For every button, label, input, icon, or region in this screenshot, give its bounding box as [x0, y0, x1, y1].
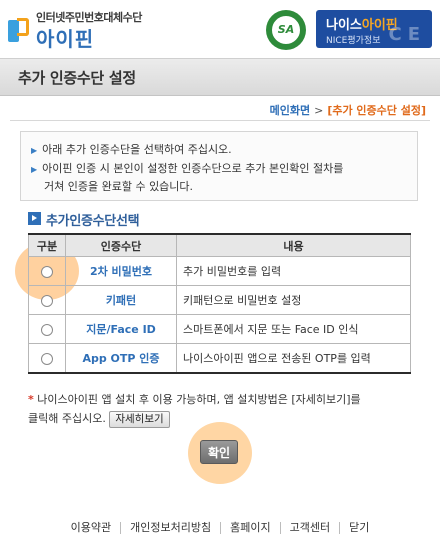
note-text: 나이스아이핀 앱 설치 후 이용 가능하며, 앱 설치방법은 [자세히보기]를 [37, 393, 361, 406]
section-title: 추가인증수단선택 [46, 214, 140, 229]
method-name: 지문/Face ID [65, 314, 177, 344]
table-row: 지문/Face ID 스마트폰에서 지문 또는 Face ID 인식 [28, 314, 411, 344]
column-header: 인증수단 [65, 233, 177, 257]
footer-link-terms[interactable]: 이용약관 [62, 522, 120, 534]
select-cell [28, 343, 66, 374]
method-description: 추가 비밀번호를 입력 [176, 256, 411, 286]
footer-link-close[interactable]: 닫기 [339, 522, 378, 534]
table-header-row: 구분 인증수단 내용 [28, 233, 411, 257]
method-description: 키패턴으로 비밀번호 설정 [176, 285, 411, 315]
logo-name: 아이핀 [36, 27, 95, 51]
info-line-continued: 거쳐 인증을 완료할 수 있습니다. [44, 180, 194, 193]
table-row: 키패턴 키패턴으로 비밀번호 설정 [28, 285, 411, 315]
select-cell [28, 314, 66, 344]
sa-badge-label: SA [271, 15, 301, 45]
ipin-logo-icon [8, 18, 30, 42]
asterisk: * [28, 393, 34, 406]
table-row: App OTP 인증 나이스아이핀 앱으로 전송된 OTP를 입력 [28, 343, 411, 374]
footer-link-support[interactable]: 고객센터 [279, 522, 339, 534]
method-name: App OTP 인증 [65, 343, 177, 374]
radio-2nd-password[interactable] [41, 265, 53, 278]
select-cell [28, 256, 66, 286]
table-row: 2차 비밀번호 추가 비밀번호를 입력 [28, 256, 411, 286]
bullet-arrow-icon: ▶ [31, 165, 38, 174]
column-header: 내용 [176, 233, 411, 257]
info-line: ▶ 아래 추가 인증수단을 선택하여 주십시오. [31, 143, 232, 156]
header: 인터넷주민번호대체수단 아이핀 SA 나이스아이핀 NICE평가정보 CE [0, 0, 440, 58]
method-description: 나이스아이핀 앱으로 전송된 OTP를 입력 [176, 343, 411, 374]
nice-company-name: NICE평가정보 [326, 36, 381, 46]
radio-fingerprint-faceid[interactable] [41, 323, 53, 336]
info-box: ▶ 아래 추가 인증수단을 선택하여 주십시오. ▶ 아이핀 인증 시 본인이 설정… [20, 131, 418, 201]
footer-link-homepage[interactable]: 홈페이지 [220, 522, 279, 534]
select-cell [28, 285, 66, 315]
details-button[interactable]: 자세히보기 [109, 410, 170, 428]
footer-links: 이용약관 개인정보처리방침 홈페이지 고객센터 닫기 [0, 516, 440, 540]
confirm-button[interactable]: 확인 [200, 440, 238, 464]
method-name: 키패턴 [65, 285, 177, 315]
ipin-logo: 인터넷주민번호대체수단 아이핀 [8, 8, 178, 52]
note-text: 클릭해 주십시오. [28, 412, 106, 425]
radio-key-pattern[interactable] [41, 294, 53, 307]
breadcrumb: 메인화면 > [추가 인증수단 설정] [270, 102, 426, 118]
breadcrumb-separator: > [314, 104, 324, 117]
footer-link-privacy[interactable]: 개인정보처리방침 [120, 522, 220, 534]
nice-ipin-logo: 나이스아이핀 NICE평가정보 CE [316, 10, 432, 48]
auth-method-table: 구분 인증수단 내용 2차 비밀번호 추가 비밀번호를 입력 키패턴 키패턴으로… [28, 233, 411, 374]
page-title: 추가 인증수단 설정 [18, 69, 136, 87]
radio-app-otp[interactable] [41, 352, 53, 365]
sa-certification-badge: SA [266, 10, 306, 50]
column-header: 구분 [28, 233, 66, 257]
ce-mark: CE [388, 24, 426, 45]
info-line: ▶ 아이핀 인증 시 본인이 설정한 인증수단으로 추가 본인확인 절차를 [31, 162, 344, 175]
bullet-arrow-icon: ▶ [31, 146, 38, 155]
nice-ipin-name: 나이스아이핀 [326, 18, 398, 33]
title-band: 추가 인증수단 설정 [0, 58, 440, 96]
divider [10, 120, 430, 121]
breadcrumb-home-link[interactable]: 메인화면 [270, 104, 310, 117]
breadcrumb-current: [추가 인증수단 설정] [327, 104, 426, 117]
method-description: 스마트폰에서 지문 또는 Face ID 인식 [176, 314, 411, 344]
section-arrow-icon [28, 212, 41, 225]
method-name: 2차 비밀번호 [65, 256, 177, 286]
